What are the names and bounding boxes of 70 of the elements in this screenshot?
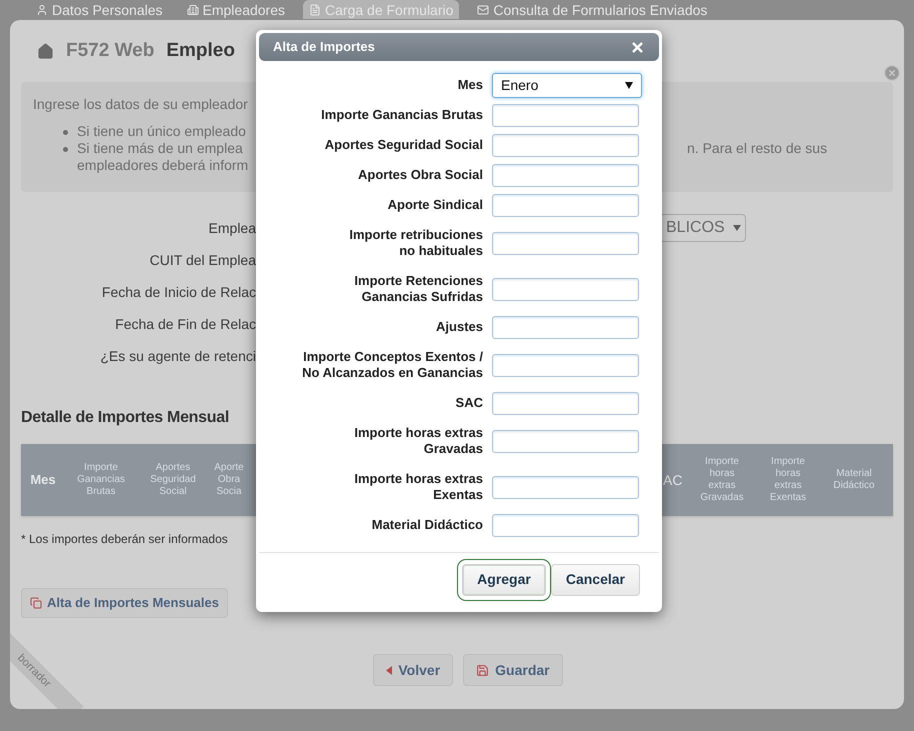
section-title: Detalle de Importes Mensual xyxy=(21,408,229,428)
field-label: Fecha de Inicio de Relac xyxy=(100,282,256,302)
info-bullet: n. Para el resto de sus xyxy=(687,140,828,157)
column-header: Mes xyxy=(29,474,57,486)
column-header: Importe Ganancias Brutas xyxy=(76,462,126,498)
input-field[interactable] xyxy=(492,164,639,186)
footnote: * Los importes deberán ser informados xyxy=(21,531,228,548)
dialog-title: Alta de Importes xyxy=(273,38,375,56)
info-bullet: empleadores deberá inform xyxy=(77,157,250,174)
dropdown-icon xyxy=(625,82,633,88)
column-header: AC xyxy=(663,474,684,486)
field-label: ¿Es su agente de retenci xyxy=(99,346,256,366)
input-field[interactable] xyxy=(492,134,639,156)
breadcrumb-item[interactable]: F572 Web xyxy=(66,36,154,66)
field-label: Material Didáctico xyxy=(370,517,483,533)
input-field[interactable] xyxy=(492,104,639,126)
field-label: Mes xyxy=(456,77,483,93)
input-field[interactable] xyxy=(492,430,639,452)
breadcrumb-item: Empleo xyxy=(166,38,235,63)
field-label: Emplea xyxy=(208,218,256,238)
footer-button[interactable]: Guardar xyxy=(463,654,563,686)
field-label: Importe horas extras Exentas xyxy=(353,471,483,503)
field-label: Importe Ganancias Brutas xyxy=(320,107,483,123)
info-bullet: Si tiene un único empleado xyxy=(77,123,247,140)
month-select[interactable]: Enero xyxy=(492,72,642,98)
close-icon[interactable] xyxy=(883,64,901,82)
mail-icon xyxy=(477,4,490,16)
field-label: Aportes Obra Social xyxy=(357,167,483,183)
nav-tab[interactable]: Datos Personales xyxy=(30,0,169,19)
input-field[interactable] xyxy=(492,514,639,536)
info-bullet: Si tiene más de un emplea xyxy=(77,140,244,157)
nav-tab[interactable]: Empleadores xyxy=(180,0,292,19)
field-label: Importe horas extras Gravadas xyxy=(353,425,483,457)
caret-left-icon xyxy=(386,666,392,674)
input-field[interactable] xyxy=(492,392,639,414)
field-label: SAC xyxy=(454,395,483,411)
field-label: Ajustes xyxy=(435,319,483,335)
field-label: Aporte Sindical xyxy=(386,197,483,213)
info-text: Ingrese los datos de su empleador xyxy=(33,95,248,114)
field-label: Aportes Seguridad Social xyxy=(324,137,483,153)
input-field[interactable] xyxy=(492,316,639,338)
document-icon xyxy=(309,4,322,16)
window-icon xyxy=(30,597,42,609)
input-field[interactable] xyxy=(492,278,639,300)
footer-button[interactable]: Volver xyxy=(373,654,454,686)
column-header: Importe horas extras Exentas xyxy=(768,456,808,504)
input-field[interactable] xyxy=(492,232,639,254)
building-icon xyxy=(186,4,199,16)
user-icon xyxy=(36,4,48,16)
bullet-icon xyxy=(63,130,68,135)
nav-tab[interactable]: Consulta de Formularios Enviados xyxy=(471,0,714,19)
input-field[interactable] xyxy=(492,354,639,376)
column-header: Material Didáctico xyxy=(832,468,876,492)
field-label: Importe Conceptos Exentos / No Alcanzados en Ganancias xyxy=(301,349,483,381)
save-icon xyxy=(476,664,490,676)
field-label: Importe Retenciones Ganancias Sufridas xyxy=(353,273,483,305)
column-header: Importe horas extras Gravadas xyxy=(699,456,745,504)
column-header: Aporte Obra Socia xyxy=(213,462,245,498)
bullet-icon xyxy=(63,146,68,152)
dialog-button[interactable]: Cancelar xyxy=(550,564,640,596)
field-label: Fecha de Fin de Relac xyxy=(114,314,256,334)
dropdown-icon xyxy=(732,225,741,231)
home-icon[interactable] xyxy=(37,42,54,60)
column-header: Aportes Seguridad Social xyxy=(149,462,197,498)
input-field[interactable] xyxy=(492,476,639,498)
add-amounts-button[interactable]: Alta de Importes Mensuales xyxy=(21,588,228,618)
close-icon[interactable] xyxy=(630,40,645,54)
input-field[interactable] xyxy=(492,194,639,216)
field-label: CUIT del Emplea xyxy=(148,250,256,270)
field-label: Importe retribuciones no habituales xyxy=(348,227,483,259)
